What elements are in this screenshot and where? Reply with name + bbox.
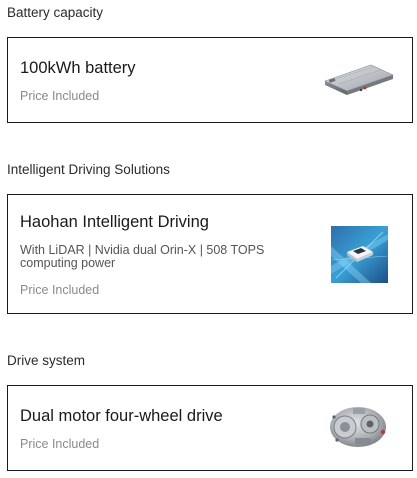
option-card-intelligent-driving[interactable]: Haohan Intelligent Driving With LiDAR | …: [7, 194, 413, 314]
option-card-drive-system[interactable]: Dual motor four-wheel drive Price Includ…: [7, 385, 413, 471]
option-description: With LiDAR | Nvidia dual Orin-X | 508 TO…: [20, 243, 265, 270]
option-name: Dual motor four-wheel drive: [20, 407, 223, 425]
intelligent-driving-icon: [330, 226, 389, 283]
option-card-battery[interactable]: 100kWh battery Price Included: [7, 37, 413, 123]
section-title-battery-capacity: Battery capacity: [7, 5, 104, 20]
electric-motor-icon: [325, 400, 391, 452]
option-name: Haohan Intelligent Driving: [20, 213, 209, 231]
section-title-intelligent-driving: Intelligent Driving Solutions: [7, 162, 170, 177]
section-title-drive-system: Drive system: [7, 353, 86, 368]
option-price: Price Included: [20, 283, 100, 297]
option-price: Price Included: [20, 437, 100, 451]
battery-pack-icon: [321, 57, 395, 99]
option-name: 100kWh battery: [20, 59, 136, 77]
option-price: Price Included: [20, 89, 100, 103]
